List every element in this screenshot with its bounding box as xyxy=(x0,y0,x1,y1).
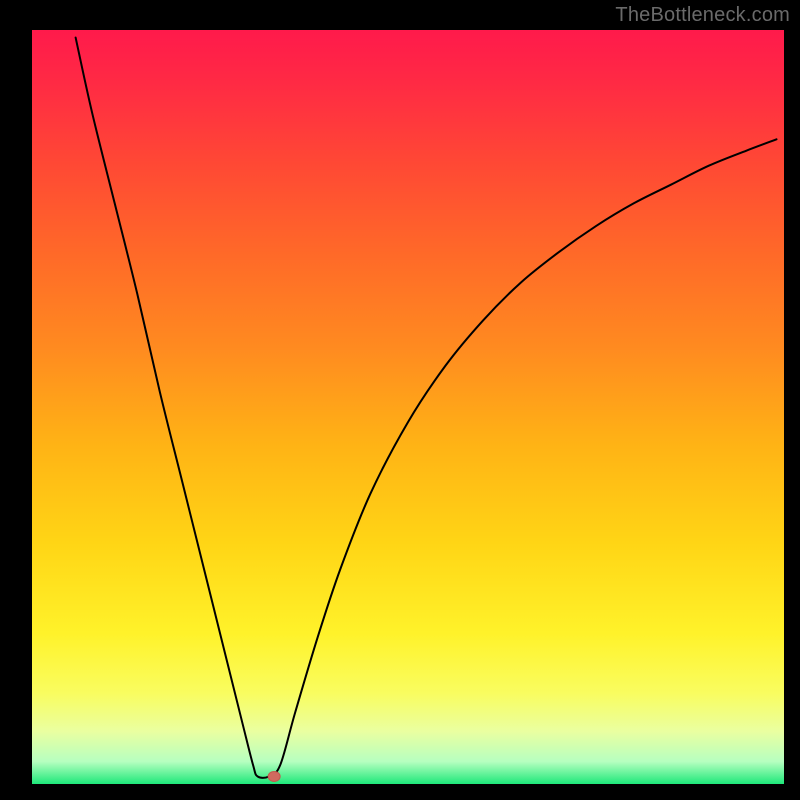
watermark-label: TheBottleneck.com xyxy=(615,4,790,27)
bottleneck-chart xyxy=(0,0,800,800)
plot-background xyxy=(32,30,784,784)
chart-frame: TheBottleneck.com xyxy=(0,0,800,800)
optimal-marker xyxy=(268,771,280,781)
